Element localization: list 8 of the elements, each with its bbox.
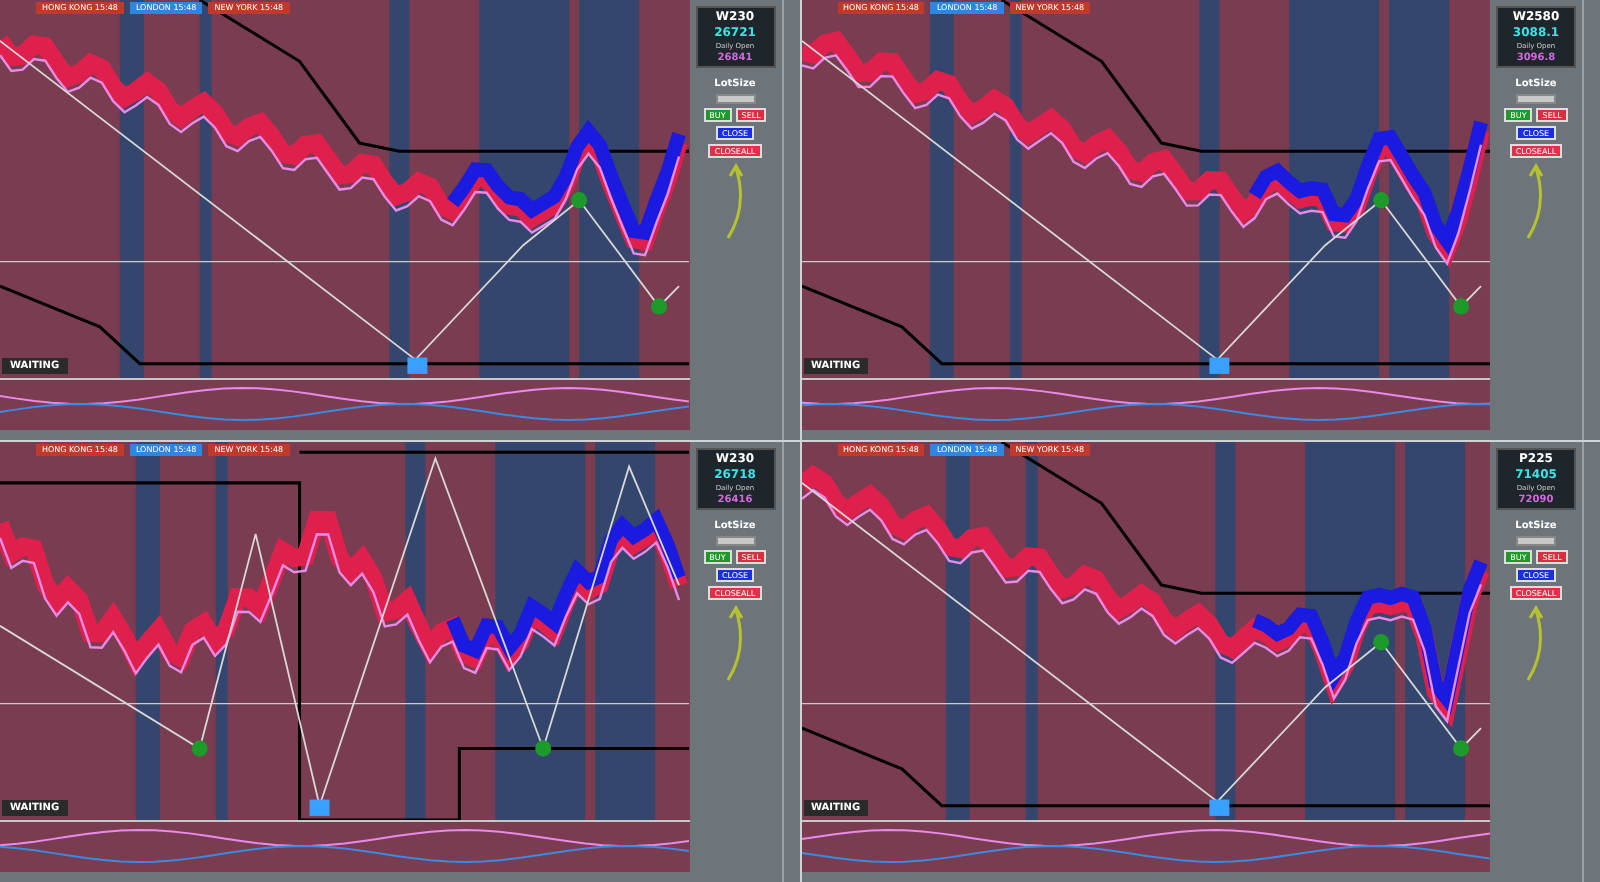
curved-arrow-icon — [723, 604, 747, 684]
curved-arrow-icon — [723, 162, 747, 242]
curved-arrow-icon — [1524, 604, 1548, 684]
curved-arrow-icon — [1524, 162, 1548, 242]
lot-size-field[interactable] — [1516, 536, 1556, 546]
lot-size-field[interactable] — [715, 536, 755, 546]
lot-size-field[interactable] — [715, 94, 755, 104]
lot-size-field[interactable] — [1516, 94, 1556, 104]
